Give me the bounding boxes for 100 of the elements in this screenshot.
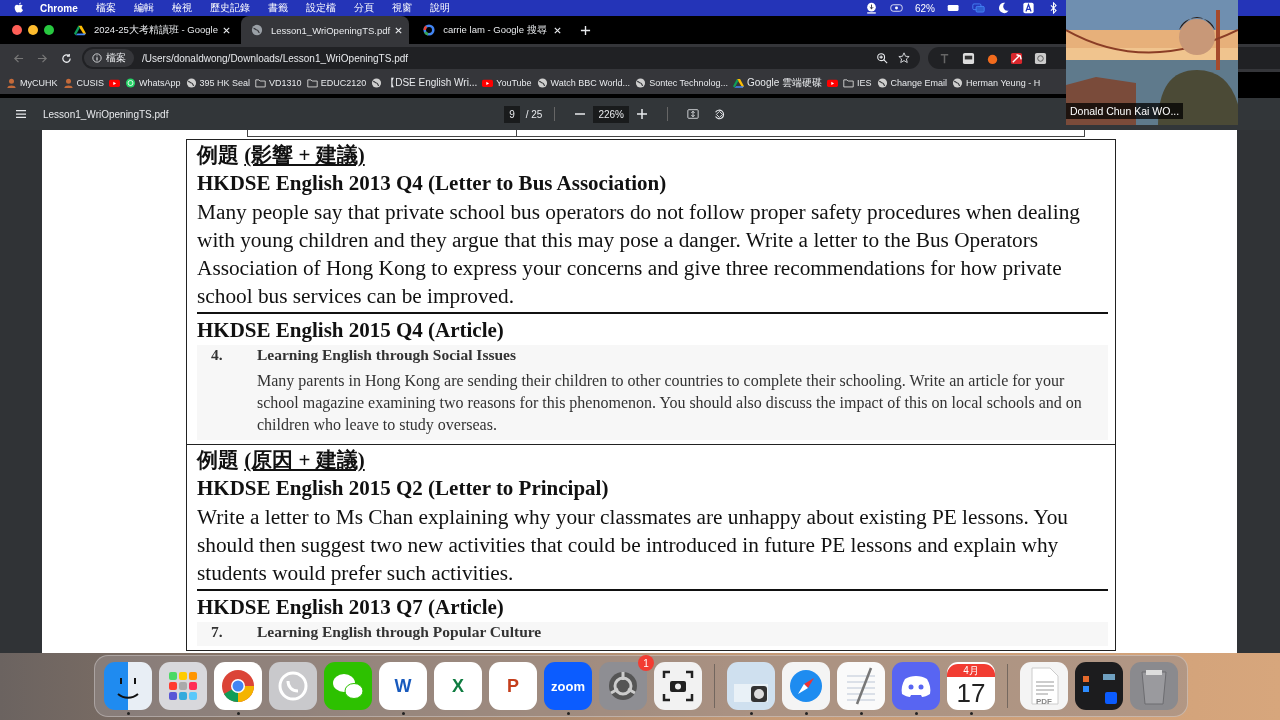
bookmark[interactable] [827, 78, 839, 88]
moon-icon[interactable] [997, 2, 1010, 14]
eye-icon[interactable] [890, 2, 903, 14]
rotate-icon[interactable] [713, 108, 725, 120]
question-title: HKDSE English 2013 Q4 (Letter to Bus Association) [197, 170, 668, 197]
chat-bubbles-icon[interactable] [324, 662, 372, 710]
bookmark[interactable]: Watch BBC World... [536, 78, 631, 88]
question-title: HKDSE English 2015 Q2 (Letter to Principal) [197, 475, 610, 502]
battery-icon[interactable] [947, 2, 960, 14]
bookmark[interactable]: IES [843, 78, 872, 88]
notepad-icon[interactable] [837, 662, 885, 710]
participant-name: Donald Chun Kai WO... [1066, 103, 1184, 119]
video-app-icon[interactable]: zoom [544, 662, 592, 710]
phone-bubble-icon[interactable] [269, 662, 317, 710]
document-icon[interactable]: W [379, 662, 427, 710]
new-tab-icon[interactable] [580, 24, 592, 36]
bookmark[interactable]: MyCUHK [6, 78, 58, 88]
menu-item[interactable]: 檢視 [171, 1, 192, 15]
game-controller-icon[interactable] [892, 662, 940, 710]
browser-icon[interactable] [214, 662, 262, 710]
compass-icon[interactable] [782, 662, 830, 710]
bookmark[interactable]: EDUC2120 [306, 78, 367, 88]
bookmark[interactable]: WhatsApp [125, 78, 181, 88]
running-indicator-dot [126, 712, 130, 715]
menu-item[interactable]: 視窗 [391, 1, 412, 15]
calendar-icon[interactable]: 4月 17 [947, 662, 995, 710]
globe-icon [876, 78, 888, 88]
star-icon[interactable] [898, 52, 910, 64]
bookmark[interactable] [109, 78, 120, 88]
bookmark[interactable]: Herman Yeung - H [952, 78, 1041, 88]
bookmark[interactable]: Google 雲端硬碟 [733, 76, 823, 90]
fit-page-icon[interactable] [687, 108, 699, 120]
question-number: 7. [211, 622, 224, 642]
phone-bubble-icon [125, 78, 136, 88]
question-text: Many parents in Hong Kong are sending their children to other countries to complete their schooling. Write an article for your school magazine examining two reasons for this phenomenon. You should also discuss the impact of this on local schools and on children who leave to study overseas. [256, 371, 1083, 436]
text-icon[interactable] [938, 51, 951, 65]
document-title: Lesson1_WriOpeningTS.pdf [43, 108, 169, 120]
bookmark[interactable]: VD1310 [255, 78, 302, 88]
page-count: / 25 [525, 108, 543, 120]
back-arrow-icon[interactable] [13, 52, 24, 64]
close-icon[interactable] [394, 25, 404, 35]
menu-item[interactable]: 書籤 [267, 1, 288, 15]
icon-text: zoom [550, 678, 586, 694]
bookmark[interactable]: CUSIS [62, 78, 104, 88]
zoom-icon[interactable] [876, 52, 888, 64]
apple-icon[interactable] [14, 2, 24, 14]
topic-title: Learning English through Popular Culture [257, 622, 542, 642]
browser-tab[interactable]: Lesson1_WriOpeningTS.pdf [240, 16, 410, 44]
menu-item[interactable]: 編輯 [133, 1, 154, 15]
keyboard-input-icon[interactable] [1022, 2, 1035, 14]
menu-item[interactable]: 歷史記錄 [209, 1, 250, 15]
folder-icon [843, 78, 855, 88]
battery-percentage: 62% [915, 2, 935, 14]
trash-icon[interactable] [1130, 662, 1178, 710]
menu-item[interactable]: 設定檔 [305, 1, 336, 15]
close-window-button[interactable] [12, 25, 22, 35]
bookmark[interactable]: 【DSE English Wri... [371, 76, 478, 90]
bookmark[interactable]: Change Email [876, 78, 948, 88]
grid-icon[interactable] [159, 662, 207, 710]
zoom-in-icon[interactable] [636, 108, 648, 120]
bookmark[interactable]: Sontec Technolog... [635, 78, 728, 88]
bookmark[interactable]: 395 HK Seal [185, 78, 251, 88]
question-number: 4. [211, 345, 224, 365]
forward-arrow-icon[interactable] [37, 52, 48, 64]
spreadsheet-icon[interactable]: X [434, 662, 482, 710]
icon-text: PDF [1035, 696, 1053, 706]
menu-item[interactable]: 分頁 [353, 1, 374, 15]
maximize-window-button[interactable] [44, 25, 54, 35]
menu-item[interactable]: 說明 [429, 1, 450, 15]
globe-icon [952, 78, 964, 88]
zoom-level-field[interactable]: 226% [593, 105, 629, 123]
menu-icon[interactable] [15, 109, 27, 119]
menu-item[interactable]: Chrome [40, 2, 78, 14]
globe-icon [185, 78, 197, 88]
site-info-chip[interactable]: 檔案 [84, 49, 134, 67]
menu-item[interactable]: 檔案 [95, 1, 116, 15]
play-icon [109, 78, 120, 88]
running-indicator-dot [859, 712, 863, 715]
address-field[interactable]: 檔案 /Users/donaldwong/Downloads/Lesson1_WriOpeningTS.pdf [82, 47, 920, 69]
browser-tab[interactable]: 2024-25大考精讀班 - Google [64, 16, 237, 44]
browser-tab[interactable]: carrie lam - Google 搜尋 [413, 16, 569, 44]
close-icon[interactable] [221, 25, 231, 35]
running-indicator-dot [969, 712, 973, 715]
minimize-window-button[interactable] [28, 25, 38, 35]
download-icon[interactable] [865, 2, 878, 14]
page-number-field[interactable]: 9 [504, 105, 520, 123]
photo-viewer-icon[interactable] [727, 662, 775, 710]
smiling-face-icon[interactable] [104, 662, 152, 710]
close-icon[interactable] [553, 25, 563, 35]
person-icon [62, 78, 74, 88]
folder-icon [255, 78, 267, 88]
reload-icon[interactable] [61, 52, 72, 64]
question-title: HKDSE English 2013 Q7 (Article) [197, 594, 505, 621]
running-indicator-dot [401, 712, 405, 715]
window-thumbnail-icon[interactable] [1075, 662, 1123, 710]
question-text: Write a letter to Ms Chan explaining why your classmates are unhappy about existing PE lessons. You should then suggest two new activities that could be introduced in future PE lessons and explain why students would prefer such activities. [197, 504, 1069, 587]
bookmark[interactable]: YouTube [482, 78, 532, 88]
presentation-icon[interactable]: P [489, 662, 537, 710]
running-indicator-dot [749, 712, 753, 715]
pdf-file-icon[interactable]: PDF [1020, 662, 1068, 710]
